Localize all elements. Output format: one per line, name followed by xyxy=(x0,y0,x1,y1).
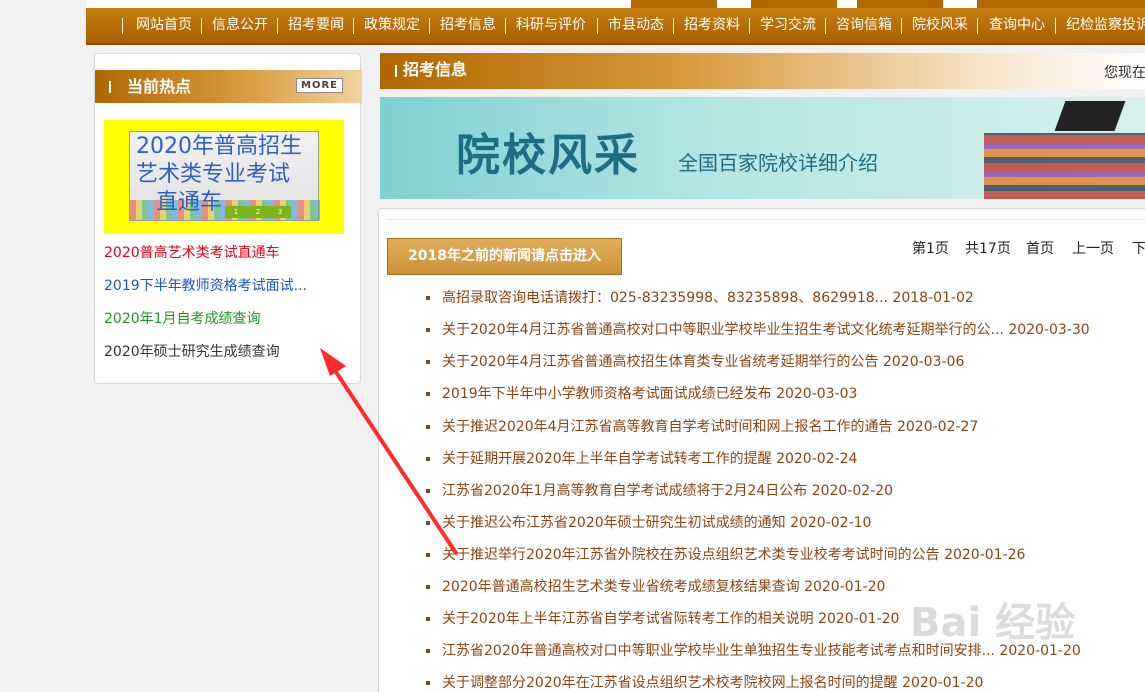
pager-prev[interactable]: 上一页 xyxy=(1072,238,1114,258)
old-news-button[interactable]: 2018年之前的新闻请点击进入 xyxy=(387,238,622,275)
news-link[interactable]: 关于2020年4月江苏省普通高校对口中等职业学校毕业生招生考试文化统考延期举行的… xyxy=(442,320,1090,340)
pager-total: 共17页 xyxy=(965,241,1011,257)
top-tab xyxy=(857,0,943,8)
location-label: 您现在 xyxy=(1104,65,1145,81)
nav-item-study[interactable]: 学习交流 xyxy=(760,8,816,45)
nav-separator xyxy=(901,18,902,34)
ad-subtitle: 全国百家院校详细介绍 xyxy=(678,151,878,175)
nav-item-exam-news[interactable]: 招考要闻 xyxy=(288,8,344,45)
bullet-icon xyxy=(426,649,430,653)
bullet-icon xyxy=(426,585,430,589)
news-link[interactable]: 关于推迟2020年4月江苏省高等教育自学考试时间和网上报名工作的通告 2020-… xyxy=(442,417,978,437)
header-marker xyxy=(109,81,111,93)
top-tabs-strip xyxy=(631,0,1145,8)
nav-separator xyxy=(825,18,826,34)
nav-item-mailbox[interactable]: 咨询信箱 xyxy=(836,8,892,45)
news-link[interactable]: 关于2020年4月江苏省普通高校招生体育类专业省统考延期举行的公告 2020-0… xyxy=(442,352,964,372)
nav-separator xyxy=(597,18,598,34)
bullet-icon xyxy=(426,489,430,493)
nav-item-exam-info[interactable]: 招考信息 xyxy=(440,8,496,45)
divider xyxy=(387,219,1145,220)
top-tab xyxy=(631,0,717,8)
banner-page-1[interactable]: 1 xyxy=(227,207,245,217)
graduation-cap-icon xyxy=(1054,101,1126,131)
bullet-icon xyxy=(426,681,430,685)
hot-link-art-exam[interactable]: 2020普高艺术类考试直通车 xyxy=(104,242,280,262)
bullet-icon xyxy=(426,360,430,364)
news-link[interactable]: 关于调整部分2020年在江苏省设点组织艺术校考院校网上报名时间的提醒 2020-… xyxy=(442,673,983,692)
nav-separator xyxy=(673,18,674,34)
nav-separator xyxy=(1055,18,1056,34)
news-link[interactable]: 关于推迟举行2020年江苏省外院校在苏设点组织艺术类专业校考考试时间的公告 20… xyxy=(442,545,1025,565)
section-header: 招考信息 xyxy=(380,53,1145,89)
bullet-icon xyxy=(426,617,430,621)
top-tab xyxy=(1063,0,1145,8)
bullet-icon xyxy=(426,521,430,525)
nav-item-query[interactable]: 查询中心 xyxy=(989,8,1045,45)
header-marker xyxy=(395,65,397,77)
nav-separator xyxy=(353,18,354,34)
nav-item-materials[interactable]: 招考资料 xyxy=(684,8,740,45)
nav-separator xyxy=(277,18,278,34)
nav-separator xyxy=(429,18,430,34)
nav-separator xyxy=(122,18,123,34)
nav-item-home[interactable]: 网站首页 xyxy=(136,8,192,45)
news-link[interactable]: 江苏省2020年普通高校对口中等职业学校毕业生单独招生专业技能考试考点和时间安排… xyxy=(442,641,1081,661)
hot-topics-title: 当前热点 xyxy=(127,77,192,96)
banner-line-1: 2020年普高招生 xyxy=(136,134,302,159)
page: 网站首页 信息公开 招考要闻 政策规定 招考信息 科研与评价 市县动态 招考资料… xyxy=(0,0,1145,692)
nav-item-complaint[interactable]: 纪检监察投诉 xyxy=(1066,8,1145,45)
nav-separator xyxy=(977,18,978,34)
news-link[interactable]: 关于延期开展2020年上半年自学考试转考工作的提醒 2020-02-24 xyxy=(442,449,857,469)
nav-item-city-news[interactable]: 市县动态 xyxy=(608,8,664,45)
art-exam-banner[interactable]: 2020年普高招生 艺术类专业考试 直通车 1 2 3 xyxy=(104,120,344,234)
news-link[interactable]: 高招录取咨询电话请拨打：025-83235998、83235898、862991… xyxy=(442,288,974,308)
nav-item-research[interactable]: 科研与评价 xyxy=(516,8,586,45)
banner-page-3[interactable]: 3 xyxy=(271,207,289,217)
top-navigation: 网站首页 信息公开 招考要闻 政策规定 招考信息 科研与评价 市县动态 招考资料… xyxy=(86,0,1145,45)
banner-line-2: 艺术类专业考试 xyxy=(136,162,291,187)
banner-page-2[interactable]: 2 xyxy=(249,207,267,217)
books-illustration xyxy=(984,133,1145,199)
bullet-icon xyxy=(426,553,430,557)
bullet-icon xyxy=(426,457,430,461)
nav-item-policy[interactable]: 政策规定 xyxy=(364,8,420,45)
nav-item-info-public[interactable]: 信息公开 xyxy=(212,8,268,45)
nav-separator xyxy=(505,18,506,34)
news-link[interactable]: 关于推迟公布江苏省2020年硕士研究生初试成绩的通知 2020-02-10 xyxy=(442,513,871,533)
nav-separator xyxy=(749,18,750,34)
bullet-icon xyxy=(426,392,430,396)
news-link[interactable]: 2020年普通高校招生艺术类专业省统考成绩复核结果查询 2020-01-20 xyxy=(442,577,885,597)
hot-link-teacher-cert[interactable]: 2019下半年教师资格考试面试... xyxy=(104,275,307,295)
top-tab xyxy=(751,0,837,8)
nav-item-colleges[interactable]: 院校风采 xyxy=(912,8,968,45)
more-button[interactable]: MORE xyxy=(296,78,343,93)
pager-next[interactable]: 下 xyxy=(1132,238,1145,258)
pager-first[interactable]: 首页 xyxy=(1026,238,1054,258)
hot-topics-header: 当前热点 MORE xyxy=(95,70,362,103)
section-title: 招考信息 xyxy=(403,60,468,79)
hot-link-self-exam[interactable]: 2020年1月自考成绩查询 xyxy=(104,308,261,328)
bullet-icon xyxy=(426,425,430,429)
hot-link-postgrad[interactable]: 2020年硕士研究生成绩查询 xyxy=(104,341,280,361)
bullet-icon xyxy=(426,328,430,332)
news-link[interactable]: 关于2020年上半年江苏省自学考试省际转考工作的相关说明 2020-01-20 xyxy=(442,609,899,629)
pager-current: 第1页 xyxy=(912,241,949,257)
top-tab xyxy=(977,0,1063,8)
hot-topics-panel: 当前热点 MORE 2020年普高招生 艺术类专业考试 直通车 1 2 3 20… xyxy=(94,53,362,384)
college-showcase-banner[interactable]: 院校风采 全国百家院校详细介绍 xyxy=(380,97,1145,199)
banner-pager: 1 2 3 xyxy=(225,206,291,218)
news-link[interactable]: 2019年下半年中小学教师资格考试面试成绩已经发布 2020-03-03 xyxy=(442,384,857,404)
news-link[interactable]: 江苏省2020年1月高等教育自学考试成绩将于2月24日公布 2020-02-20 xyxy=(442,481,893,501)
bullet-icon xyxy=(426,296,430,300)
nav-separator xyxy=(201,18,202,34)
ad-title: 院校风采 xyxy=(456,130,640,181)
